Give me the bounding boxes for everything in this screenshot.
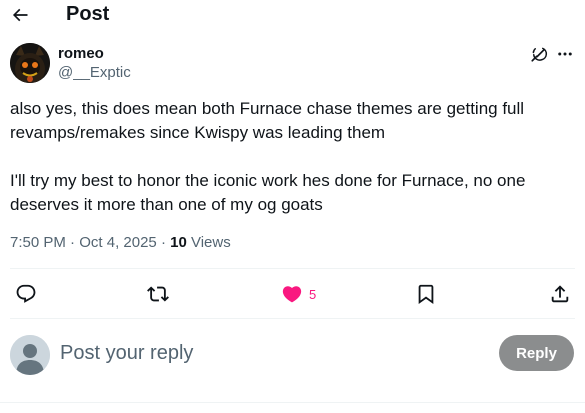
page-title: Post: [66, 3, 110, 25]
user-avatar[interactable]: [10, 335, 50, 375]
repost-action-button[interactable]: [147, 282, 169, 306]
post-text: also yes, this does mean both Furnace ch…: [10, 99, 526, 214]
avatar-image: [10, 43, 50, 83]
meta-separator-2: ·: [160, 234, 166, 251]
comment-icon: [16, 284, 36, 303]
like-count: 5: [309, 286, 317, 302]
divider: [0, 402, 585, 403]
divider: [10, 318, 575, 319]
author-name[interactable]: romeo: [58, 45, 104, 63]
bookmark-icon: [418, 284, 434, 305]
views-count: 10: [170, 234, 187, 251]
more-dots-icon: [558, 52, 572, 56]
repost-icon: [147, 286, 169, 302]
reply-input[interactable]: [60, 340, 480, 366]
bookmark-action-button[interactable]: [415, 282, 437, 306]
post-time[interactable]: 7:50 PM: [10, 234, 66, 251]
default-user-icon: [10, 335, 50, 375]
share-action-button[interactable]: [549, 282, 571, 306]
post-meta: 7:50 PM · Oct 4, 2025 · 10 Views: [10, 233, 231, 253]
divider: [10, 268, 575, 269]
reply-composer: Reply: [0, 330, 585, 380]
share-icon: [551, 285, 569, 303]
grok-button[interactable]: [528, 43, 550, 65]
reply-action-button[interactable]: [15, 282, 37, 306]
meta-separator: ·: [70, 234, 76, 251]
views-label: Views: [190, 234, 231, 251]
page-header: Post: [0, 0, 585, 30]
avatar[interactable]: [10, 43, 50, 83]
post-date[interactable]: Oct 4, 2025: [79, 234, 157, 251]
reply-button[interactable]: Reply: [499, 335, 574, 371]
post-author: romeo @__Exptic: [10, 43, 575, 85]
like-action-button[interactable]: 5: [281, 282, 316, 306]
more-button[interactable]: [554, 43, 576, 65]
back-button[interactable]: [8, 3, 32, 27]
action-bar: 5: [0, 278, 585, 310]
arrow-left-icon: [12, 8, 28, 22]
grok-icon: [531, 47, 548, 62]
heart-filled-icon: [282, 286, 302, 303]
author-handle[interactable]: @__Exptic: [58, 64, 131, 82]
